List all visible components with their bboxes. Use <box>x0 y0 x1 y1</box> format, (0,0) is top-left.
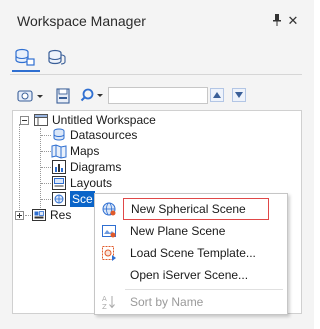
context-menu: New Spherical Scene New Plane Scene Load… <box>94 193 288 315</box>
tree-connector <box>41 135 51 137</box>
menu-label: Load Scene Template... <box>130 246 256 260</box>
tree-connector <box>41 183 51 185</box>
tree-connector <box>41 199 51 201</box>
toolbar <box>10 84 302 108</box>
resources-icon <box>31 207 47 223</box>
menu-label: Open iServer Scene... <box>130 268 249 282</box>
tree-item-label: Maps <box>70 144 100 158</box>
triangle-down-icon[interactable] <box>232 88 246 102</box>
title-bar: Workspace Manager ✕ <box>0 0 314 36</box>
database-tree-icon[interactable] <box>14 48 36 68</box>
layouts-icon <box>51 175 67 191</box>
tree-item-label: Sce <box>70 191 95 207</box>
search-input[interactable] <box>108 87 208 104</box>
workspace-open-icon[interactable] <box>16 86 46 106</box>
tab-divider <box>10 74 302 75</box>
globe-scene-icon <box>101 201 117 217</box>
tree-connector <box>41 151 51 153</box>
tree-connector <box>19 124 21 216</box>
tab-strip <box>0 44 314 72</box>
pin-icon[interactable] <box>270 14 284 28</box>
tree-item-label: Layouts <box>70 176 113 190</box>
menu-sort-by-name[interactable]: AZ Sort by Name <box>95 290 287 314</box>
active-tab-indicator <box>12 70 40 72</box>
menu-new-spherical-scene[interactable]: New Spherical Scene <box>95 197 287 221</box>
tree-item-label: Datasources <box>70 128 138 142</box>
save-icon[interactable] <box>54 86 72 106</box>
search-icon[interactable] <box>80 86 106 106</box>
menu-new-plane-scene[interactable]: New Plane Scene <box>95 219 287 243</box>
tree-item-label: Diagrams <box>70 160 122 174</box>
panel-title: Workspace Manager <box>17 13 146 29</box>
collapse-toggle[interactable] <box>20 116 29 125</box>
triangle-up-icon[interactable] <box>210 88 224 102</box>
tree-item-label: Res <box>50 208 72 222</box>
diagrams-icon <box>51 159 67 175</box>
menu-open-iserver-scene[interactable]: Open iServer Scene... <box>95 263 287 287</box>
tree-connector <box>41 167 51 169</box>
datasources-icon <box>51 127 67 143</box>
maps-icon <box>51 143 67 159</box>
tree-root-label: Untitled Workspace <box>52 113 156 127</box>
menu-label: New Plane Scene <box>130 224 226 238</box>
svg-text:Z: Z <box>102 303 107 310</box>
database-stack-icon[interactable] <box>46 48 68 68</box>
menu-load-scene-template[interactable]: Load Scene Template... <box>95 241 287 265</box>
expand-toggle[interactable] <box>15 211 24 220</box>
svg-text:A: A <box>102 295 107 303</box>
workspace-icon <box>33 112 49 128</box>
scene-template-icon <box>101 245 117 261</box>
workspace-manager-panel: Workspace Manager ✕ Untitled Workspace D… <box>0 0 314 329</box>
menu-label: New Spherical Scene <box>131 202 246 216</box>
menu-label: Sort by Name <box>130 295 204 309</box>
plane-scene-icon <box>101 223 117 239</box>
scenes-icon <box>51 191 67 207</box>
sort-az-icon: AZ <box>101 294 117 311</box>
close-icon[interactable]: ✕ <box>286 14 300 28</box>
